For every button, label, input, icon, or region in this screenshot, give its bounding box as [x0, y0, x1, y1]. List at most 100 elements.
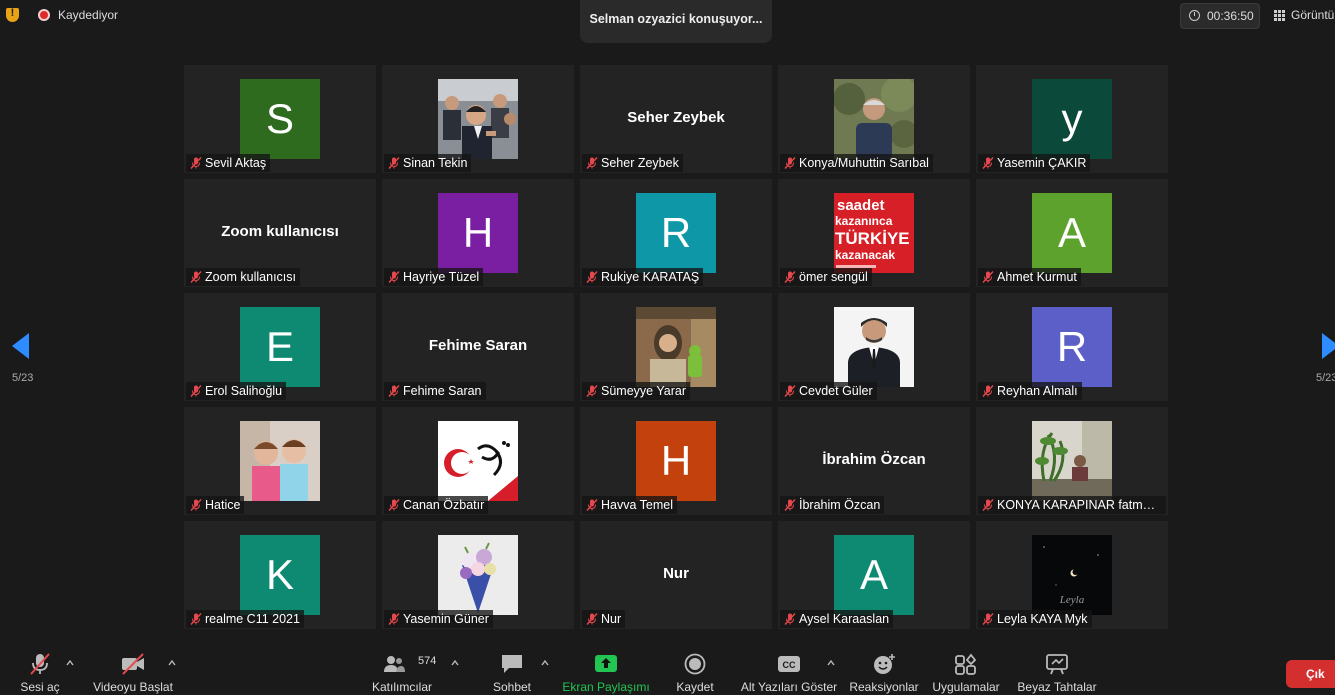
participant-tile[interactable]: A Ahmet Kurmut [976, 179, 1168, 287]
participant-name: ömer sengül [799, 270, 868, 284]
participant-name-label: Yasemin ÇAKIR [978, 154, 1091, 172]
leave-meeting-button[interactable]: Çık [1286, 660, 1335, 688]
participant-name-label: Erol Salihoğlu [186, 382, 287, 400]
meeting-timer: 00:36:50 [1180, 3, 1260, 29]
participant-tile[interactable]: Fehime Saran Fehime Saran [382, 293, 574, 401]
show-captions-button[interactable]: CC Alt Yazıları Göster [740, 645, 838, 695]
muted-microphone-icon [784, 157, 796, 169]
participant-name-label: Rukiye KARATAŞ [582, 268, 704, 286]
participant-name: Sinan Tekin [403, 156, 468, 170]
participant-tile[interactable]: Sinan Tekin [382, 65, 574, 173]
muted-microphone-icon [190, 385, 202, 397]
poster-line-3: TÜRKİYE [835, 229, 910, 248]
muted-microphone-icon [190, 613, 202, 625]
participant-name: Aysel Karaaslan [799, 612, 890, 626]
participants-options-caret-icon[interactable] [451, 659, 459, 667]
participant-tile[interactable]: Zoom kullanıcısı Zoom kullanıcısı [184, 179, 376, 287]
participant-tile[interactable]: K realme C11 2021 [184, 521, 376, 629]
share-screen-button[interactable]: Ekran Paylaşımı [560, 645, 652, 695]
reactions-button[interactable]: Reaksiyonlar [848, 645, 920, 695]
participant-tile[interactable]: KONYA KARAPINAR fatma ... [976, 407, 1168, 515]
participant-tile[interactable]: Seher Zeybek Seher Zeybek [580, 65, 772, 173]
view-button[interactable]: Görüntü [1268, 3, 1335, 29]
poster-line-4: kazanacak [835, 248, 895, 262]
participant-name: Fehime Saran [403, 384, 482, 398]
participant-name: Sevil Aktaş [205, 156, 267, 170]
participant-photo [834, 307, 914, 387]
participant-tile[interactable]: Leyla Leyla KAYA Myk [976, 521, 1168, 629]
participant-tile[interactable]: S Sevil Aktaş [184, 65, 376, 173]
participant-name-label: Cevdet Güler [780, 382, 877, 400]
participant-name: Nur [601, 612, 622, 626]
video-options-caret-icon[interactable] [168, 659, 176, 667]
muted-microphone-icon [190, 271, 202, 283]
participant-photo [834, 79, 914, 159]
participant-tile[interactable]: Yasemin Güner [382, 521, 574, 629]
participant-name: Rukiye KARATAŞ [601, 270, 700, 284]
participant-tile[interactable]: Cevdet Güler [778, 293, 970, 401]
participant-name-label: ömer sengül [780, 268, 872, 286]
participant-name: Seher Zeybek [601, 156, 679, 170]
participant-avatar: S [240, 79, 320, 159]
participant-avatar: H [636, 421, 716, 501]
apps-label: Uygulamalar [932, 680, 1000, 694]
security-shield-icon[interactable] [6, 7, 19, 22]
participant-tile[interactable]: saadet kazanınca TÜRKİYE kazanacak ömer … [778, 179, 970, 287]
start-video-button[interactable]: Videoyu Başlat [90, 645, 176, 695]
apps-icon [955, 653, 977, 675]
previous-page-arrow-icon[interactable] [12, 333, 29, 359]
active-speaker-banner: Selman ozyazici konuşuyor... [580, 0, 772, 43]
unmute-button[interactable]: Sesi aç [14, 645, 66, 695]
participant-display-name: Zoom kullanıcısı [221, 223, 339, 240]
start-video-label: Videoyu Başlat [93, 680, 173, 694]
participant-tile[interactable]: Konya/Muhuttin Sarıbal [778, 65, 970, 173]
participant-name: Ahmet Kurmut [997, 270, 1077, 284]
participant-tile[interactable]: H Havva Temel [580, 407, 772, 515]
participants-button[interactable]: 574 Katılımcılar [366, 645, 438, 695]
chat-button[interactable]: Sohbet [486, 645, 538, 695]
participant-name: Leyla KAYA Myk [997, 612, 1088, 626]
muted-microphone-icon [190, 499, 202, 511]
participant-tile[interactable]: Nur Nur [580, 521, 772, 629]
participant-tile[interactable]: R Rukiye KARATAŞ [580, 179, 772, 287]
record-button[interactable]: Kaydet [670, 645, 720, 695]
cc-badge-text: CC [783, 660, 796, 670]
participant-tile[interactable]: R Reyhan Almalı [976, 293, 1168, 401]
muted-microphone-icon [784, 385, 796, 397]
chat-options-caret-icon[interactable] [541, 659, 549, 667]
participant-tile[interactable]: Canan Özbatır [382, 407, 574, 515]
page-indicator-left: 5/23 [12, 372, 34, 384]
participant-name: KONYA KARAPINAR fatma ... [997, 498, 1164, 512]
muted-microphone-icon [784, 613, 796, 625]
participant-name-label: Hatice [186, 496, 245, 514]
whiteboards-button[interactable]: Beyaz Tahtalar [1016, 645, 1098, 695]
captions-options-caret-icon[interactable] [827, 659, 835, 667]
audio-options-caret-icon[interactable] [66, 659, 74, 667]
participant-name-label: Leyla KAYA Myk [978, 610, 1092, 628]
show-captions-label: Alt Yazıları Göster [740, 680, 838, 694]
participant-tile[interactable]: İbrahim Özcan İbrahim Özcan [778, 407, 970, 515]
apps-button[interactable]: Uygulamalar [930, 645, 1002, 695]
participant-tile[interactable]: y Yasemin ÇAKIR [976, 65, 1168, 173]
muted-microphone-icon [388, 613, 400, 625]
participant-tile[interactable]: A Aysel Karaaslan [778, 521, 970, 629]
muted-microphone-icon [30, 653, 50, 675]
participant-avatar: y [1032, 79, 1112, 159]
participant-tile[interactable]: Sümeyye Yarar [580, 293, 772, 401]
participant-name-label: Hayriye Tüzel [384, 268, 484, 286]
muted-microphone-icon [388, 499, 400, 511]
participant-name-label: Sümeyye Yarar [582, 382, 690, 400]
participant-tile[interactable]: E Erol Salihoğlu [184, 293, 376, 401]
participant-avatar: H [438, 193, 518, 273]
next-page-arrow-icon[interactable] [1322, 333, 1335, 359]
signature-text: Leyla [1059, 594, 1085, 606]
participant-name-label: Zoom kullanıcısı [186, 268, 301, 286]
whiteboards-label: Beyaz Tahtalar [1017, 680, 1097, 694]
participant-name: Erol Salihoğlu [205, 384, 283, 398]
participant-name: İbrahim Özcan [799, 498, 881, 512]
participant-name-label: Havva Temel [582, 496, 678, 514]
record-label: Kaydet [676, 680, 714, 694]
top-bar: Kaydediyor Selman ozyazici konuşuyor... … [0, 0, 1335, 43]
participant-tile[interactable]: H Hayriye Tüzel [382, 179, 574, 287]
participant-tile[interactable]: Hatice [184, 407, 376, 515]
